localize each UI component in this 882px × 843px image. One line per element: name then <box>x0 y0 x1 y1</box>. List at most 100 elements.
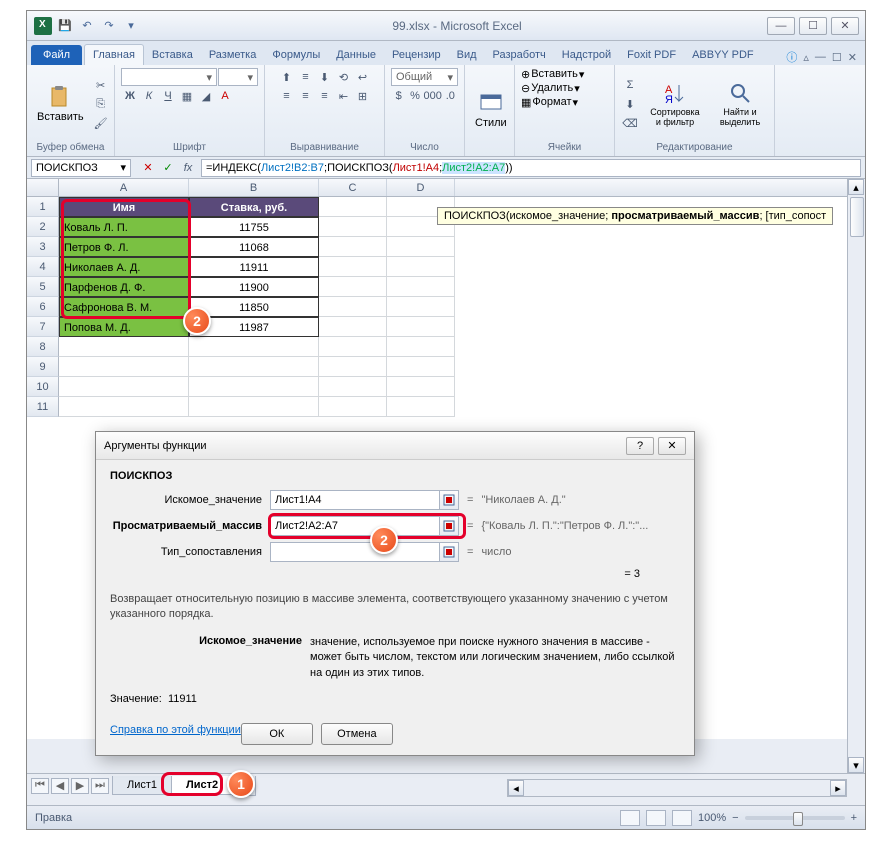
dialog-close-button[interactable]: ✕ <box>658 437 686 455</box>
prev-sheet-button[interactable]: ◀ <box>51 778 69 794</box>
c[interactable] <box>387 357 455 377</box>
c[interactable] <box>319 357 387 377</box>
sheet-tab-1[interactable]: Лист1 <box>112 776 172 795</box>
cancel-formula-icon[interactable]: ✕ <box>139 159 157 177</box>
next-sheet-button[interactable]: ▶ <box>71 778 89 794</box>
fill-color-button[interactable]: ◢ <box>197 87 215 105</box>
tab-formulas[interactable]: Формулы <box>264 45 328 65</box>
zoom-level[interactable]: 100% <box>698 812 726 824</box>
qat-customize[interactable]: ▾ <box>121 16 141 36</box>
maximize-button[interactable]: ☐ <box>799 17 827 35</box>
c[interactable] <box>189 357 319 377</box>
doc-close[interactable]: ✕ <box>848 51 857 64</box>
row-3[interactable]: 3 <box>27 237 59 257</box>
col-B[interactable]: B <box>189 179 319 196</box>
percent-button[interactable]: % <box>407 87 422 105</box>
scroll-up-button[interactable]: ▴ <box>848 179 864 195</box>
cell-a8[interactable] <box>59 337 189 357</box>
cell-c3[interactable] <box>319 237 387 257</box>
tab-review[interactable]: Рецензир <box>384 45 449 65</box>
cells-format[interactable]: ▦ Формат ▾ <box>521 96 608 109</box>
select-all-corner[interactable] <box>27 179 59 196</box>
format-painter-button[interactable]: 🖌 <box>92 114 110 132</box>
c[interactable] <box>189 377 319 397</box>
dialog-help-button[interactable]: ? <box>626 437 654 455</box>
c[interactable] <box>189 397 319 417</box>
tab-insert[interactable]: Вставка <box>144 45 201 65</box>
italic-button[interactable]: К <box>140 87 158 105</box>
zoom-in-button[interactable]: + <box>851 812 857 824</box>
row-6[interactable]: 6 <box>27 297 59 317</box>
wrap-button[interactable]: ↩ <box>354 68 372 86</box>
sum-button[interactable]: Σ <box>621 76 639 94</box>
row-2[interactable]: 2 <box>27 217 59 237</box>
cell-c1[interactable] <box>319 197 387 217</box>
doc-restore[interactable]: ☐ <box>832 51 842 64</box>
cells-delete[interactable]: ⊖ Удалить ▾ <box>521 82 608 95</box>
hscroll-thumb[interactable] <box>526 781 828 795</box>
cell-d6[interactable] <box>387 297 455 317</box>
c[interactable] <box>387 377 455 397</box>
redo-button[interactable]: ↷ <box>99 16 119 36</box>
align-center[interactable]: ≡ <box>297 87 315 105</box>
help-icon[interactable]: ⓘ <box>786 49 797 65</box>
cell-d5[interactable] <box>387 277 455 297</box>
scroll-right-button[interactable]: ▸ <box>830 780 846 796</box>
first-sheet-button[interactable]: ⏮ <box>31 778 49 794</box>
sheet-tab-2[interactable]: Лист2 <box>171 776 233 795</box>
arg3-ref-button[interactable] <box>439 542 459 562</box>
row-9[interactable]: 9 <box>27 357 59 377</box>
tab-dev[interactable]: Разработч <box>485 45 554 65</box>
last-sheet-button[interactable]: ⏭ <box>91 778 109 794</box>
cut-button[interactable]: ✂ <box>92 76 110 94</box>
normal-view-button[interactable] <box>620 810 640 826</box>
currency-button[interactable]: $ <box>391 87 406 105</box>
header-name[interactable]: Имя <box>59 197 189 217</box>
header-rate[interactable]: Ставка, руб. <box>189 197 319 217</box>
tab-layout[interactable]: Разметка <box>201 45 265 65</box>
row-11[interactable]: 11 <box>27 397 59 417</box>
c[interactable] <box>59 357 189 377</box>
zoom-slider[interactable] <box>745 816 845 820</box>
cell-c6[interactable] <box>319 297 387 317</box>
align-top[interactable]: ⬆ <box>278 68 296 86</box>
cell-a6[interactable]: Сафронова В. М. <box>59 297 189 317</box>
fx-icon[interactable]: fx <box>179 159 197 177</box>
cell-a5[interactable]: Парфенов Д. Ф. <box>59 277 189 297</box>
horizontal-scrollbar[interactable]: ◂ ▸ <box>507 779 847 797</box>
cell-c2[interactable] <box>319 217 387 237</box>
clear-button[interactable]: ⌫ <box>621 114 639 132</box>
arg1-input[interactable]: Лист1!A4 <box>270 490 440 510</box>
ribbon-minimize-icon[interactable]: ▵ <box>803 51 809 64</box>
comma-button[interactable]: 000 <box>424 87 442 105</box>
styles-button[interactable]: Стили <box>471 89 511 131</box>
number-format-combo[interactable]: Общий▾ <box>391 68 458 86</box>
c[interactable] <box>59 397 189 417</box>
tab-home[interactable]: Главная <box>84 44 144 65</box>
cell-d3[interactable] <box>387 237 455 257</box>
arg3-input[interactable] <box>270 542 440 562</box>
cell-a7[interactable]: Попова М. Д. <box>59 317 189 337</box>
enter-formula-icon[interactable]: ✓ <box>159 159 177 177</box>
cells-insert[interactable]: ⊕ Вставить ▾ <box>521 68 608 81</box>
orient-button[interactable]: ⟲ <box>335 68 353 86</box>
row-8[interactable]: 8 <box>27 337 59 357</box>
align-right[interactable]: ≡ <box>316 87 334 105</box>
vscroll-thumb[interactable] <box>850 197 864 237</box>
font-family-combo[interactable]: ▾ <box>121 68 217 86</box>
cell-d8[interactable] <box>387 337 455 357</box>
cell-d4[interactable] <box>387 257 455 277</box>
help-link[interactable]: Справка по этой функции <box>110 724 241 736</box>
scroll-left-button[interactable]: ◂ <box>508 780 524 796</box>
fill-button[interactable]: ⬇ <box>621 95 639 113</box>
excel-icon[interactable] <box>33 16 53 36</box>
tab-addins[interactable]: Надстрой <box>554 45 619 65</box>
undo-button[interactable]: ↶ <box>77 16 97 36</box>
cell-b3[interactable]: 11068 <box>189 237 319 257</box>
merge-button[interactable]: ⊞ <box>354 87 372 105</box>
cell-c5[interactable] <box>319 277 387 297</box>
cell-c8[interactable] <box>319 337 387 357</box>
row-5[interactable]: 5 <box>27 277 59 297</box>
cancel-button[interactable]: Отмена <box>321 723 393 745</box>
cell-c7[interactable] <box>319 317 387 337</box>
